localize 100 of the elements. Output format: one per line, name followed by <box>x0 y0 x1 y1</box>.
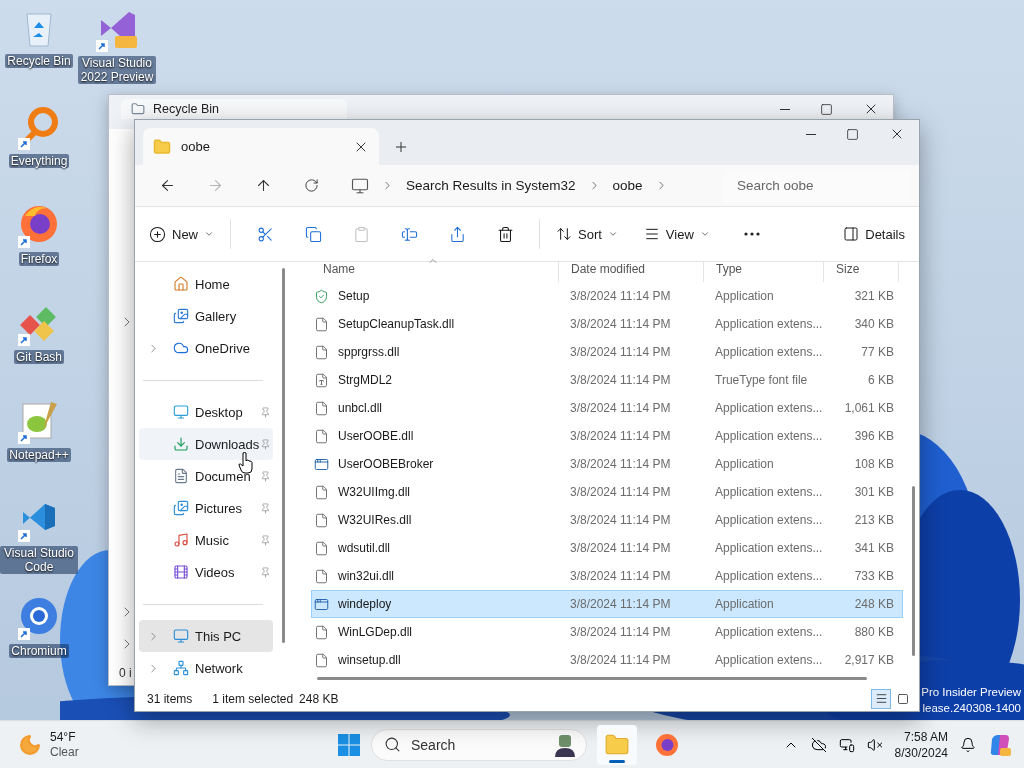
file-date: 3/8/2024 11:14 PM <box>569 289 672 303</box>
file-icon <box>314 568 329 584</box>
nav-item[interactable]: Pictures <box>139 492 273 524</box>
file-row[interactable]: win32ui.dll 3/8/2024 11:14 PM Application extens... 733 KB <box>311 562 903 590</box>
file-row[interactable]: unbcl.dll 3/8/2024 11:14 PM Application extens... 1,061 KB <box>311 394 903 422</box>
file-date: 3/8/2024 11:14 PM <box>569 429 672 443</box>
file-icon <box>314 428 329 444</box>
file-size: 880 KB <box>853 625 895 639</box>
nav-item[interactable]: Desktop <box>139 396 273 428</box>
file-name: WinLGDep.dll <box>337 625 414 639</box>
pin-icon <box>260 534 271 546</box>
file-type: Application extens... <box>714 625 824 639</box>
view-button[interactable]: View <box>639 217 714 251</box>
nav-item[interactable]: Downloads <box>139 428 273 460</box>
network-icon[interactable] <box>838 736 855 753</box>
file-row[interactable]: StrgMDL2 3/8/2024 11:14 PM TrueType font file 6 KB <box>311 366 903 394</box>
taskbar-search[interactable]: Search <box>371 728 587 761</box>
column-header[interactable]: Date modified <box>559 262 704 282</box>
file-row[interactable]: UserOOBE.dll 3/8/2024 11:14 PM Application extens... 396 KB <box>311 422 903 450</box>
column-header[interactable]: Type <box>704 262 824 282</box>
nav-item[interactable]: Documen <box>139 460 273 492</box>
start-button[interactable] <box>337 732 361 757</box>
file-type: Application extens... <box>714 401 824 415</box>
new-button[interactable]: New <box>145 217 218 251</box>
nav-item[interactable]: Home <box>139 268 273 300</box>
computer-icon <box>173 628 189 644</box>
file-row[interactable]: UserOOBEBroker 3/8/2024 11:14 PM Application 108 KB <box>311 450 903 478</box>
app-window-icon <box>314 596 329 612</box>
minimize-icon[interactable] <box>806 133 816 135</box>
nav-label: Videos <box>195 564 236 580</box>
scrollbar[interactable] <box>912 486 915 656</box>
plus-circle-icon <box>149 225 166 243</box>
sort-button[interactable]: Sort <box>552 217 622 251</box>
file-explorer-taskbar-button[interactable] <box>597 724 637 765</box>
shortcut-arrow-icon <box>18 138 30 150</box>
weather-icon[interactable] <box>18 732 42 757</box>
desktop-icon-label[interactable]: Chromium <box>9 644 69 658</box>
file-type: Application extens... <box>714 513 824 527</box>
file-size: 1,061 KB <box>843 401 895 415</box>
file-row[interactable]: Setup 3/8/2024 11:14 PM Application 321 KB <box>311 282 903 310</box>
desktop-icon-label[interactable]: Git Bash <box>14 350 64 364</box>
nav-item[interactable]: This PC <box>139 620 273 652</box>
nav-label: Home <box>195 276 231 292</box>
details-view-button[interactable] <box>871 688 891 709</box>
tab-title: oobe <box>181 139 211 154</box>
desktop-icon-label[interactable]: Everything <box>8 154 70 168</box>
maximize-icon <box>820 102 833 116</box>
temperature[interactable]: 54°F <box>50 729 79 745</box>
shortcut-arrow-icon <box>18 236 30 248</box>
caret-icon <box>204 229 214 239</box>
column-header[interactable]: Name <box>311 262 559 282</box>
file-date: 3/8/2024 11:14 PM <box>569 569 672 583</box>
figure-icon <box>552 732 578 757</box>
file-row[interactable]: SetupCleanupTask.dll 3/8/2024 11:14 PM Application extens... 340 KB <box>311 310 903 338</box>
nav-item[interactable]: OneDrive <box>139 332 273 364</box>
nav-label: OneDrive <box>195 340 251 356</box>
file-name: wdsutil.dll <box>337 541 392 555</box>
minimize-icon[interactable] <box>780 108 790 110</box>
pin-icon <box>260 438 271 450</box>
details-button[interactable]: Details <box>839 217 909 251</box>
desktop-icon-label[interactable]: Firefox <box>18 252 60 266</box>
file-row[interactable]: W32UIRes.dll 3/8/2024 11:14 PM Application extens... 213 KB <box>311 506 903 534</box>
folder-icon <box>153 137 171 156</box>
desktop-icon-label[interactable]: Notepad++ <box>7 448 71 462</box>
file-type: Application <box>714 457 775 471</box>
scrollbar[interactable] <box>317 677 867 680</box>
file-row[interactable]: windeploy 3/8/2024 11:14 PM Application 248 KB <box>311 590 903 618</box>
file-type: Application extens... <box>714 345 824 359</box>
window-tab[interactable]: oobe <box>143 128 379 165</box>
pin-icon <box>260 566 271 578</box>
desktop-icon-label[interactable]: Visual Studio 2022 Preview <box>78 56 156 84</box>
breadcrumb[interactable]: Search Results in System32 <box>406 178 576 193</box>
app-window-icon <box>314 456 329 472</box>
file-size: 301 KB <box>853 485 895 499</box>
column-header[interactable]: Size <box>824 262 899 282</box>
nav-label: This PC <box>195 628 243 644</box>
nav-label: Music <box>195 532 230 548</box>
scrollbar[interactable] <box>282 268 285 643</box>
nav-item[interactable]: Network <box>139 652 273 684</box>
file-row[interactable]: W32UIImg.dll 3/8/2024 11:14 PM Application extens... 301 KB <box>311 478 903 506</box>
clock[interactable]: 7:58 AM 8/30/2024 <box>894 728 948 761</box>
file-row[interactable]: WinLGDep.dll 3/8/2024 11:14 PM Application extens... 880 KB <box>311 618 903 646</box>
nav-item[interactable]: Gallery <box>139 300 273 332</box>
cloud-off-icon[interactable] <box>810 736 827 753</box>
bell-icon[interactable] <box>960 736 976 753</box>
desktop-icon-label[interactable]: Recycle Bin <box>5 54 73 68</box>
weather-condition[interactable]: Clear <box>50 744 79 760</box>
breadcrumb[interactable]: oobe <box>612 178 643 193</box>
pin-icon <box>260 406 271 418</box>
muted-speaker-icon[interactable] <box>866 736 883 753</box>
file-date: 3/8/2024 11:14 PM <box>569 401 672 415</box>
file-row[interactable]: winsetup.dll 3/8/2024 11:14 PM Application extens... 2,917 KB <box>311 646 903 674</box>
nav-item[interactable]: Videos <box>139 556 273 588</box>
window-tab[interactable]: Recycle Bin <box>121 99 347 119</box>
nav-item[interactable]: Music <box>139 524 273 556</box>
copilot-icon[interactable] <box>988 732 1012 757</box>
desktop-icon-label[interactable]: Visual Studio Code <box>0 546 78 574</box>
nav-label: Desktop <box>195 404 244 420</box>
file-row[interactable]: wdsutil.dll 3/8/2024 11:14 PM Application extens... 341 KB <box>311 534 903 562</box>
file-row[interactable]: spprgrss.dll 3/8/2024 11:14 PM Application extens... 77 KB <box>311 338 903 366</box>
